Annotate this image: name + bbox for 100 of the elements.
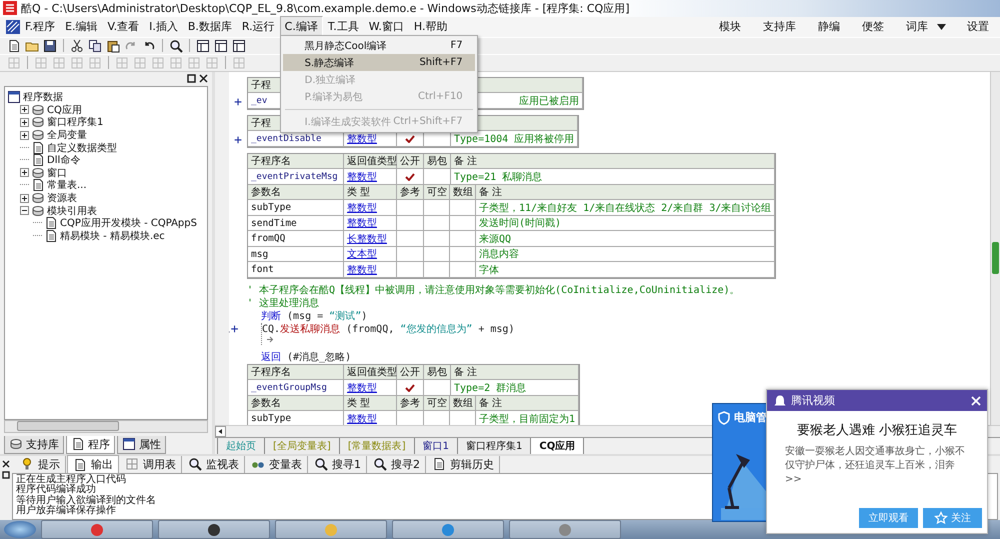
table-cell: subType [248,200,344,216]
close-icon[interactable] [2,460,10,468]
fold-marker[interactable]: + [230,322,238,336]
expand-toggle[interactable] [20,130,29,140]
close-icon[interactable] [199,74,208,84]
menu-item[interactable]: 词库 [895,19,939,34]
table-cell [450,216,476,232]
toolbar-button[interactable] [42,38,58,54]
panel-tab[interactable]: 支持库 [4,436,64,454]
app-logo-icon [3,1,17,16]
tree-item[interactable]: 模块引用表 [47,204,97,218]
card-title: 电脑管 [734,410,767,425]
expand-toggle[interactable] [20,206,29,216]
taskbar-button[interactable] [158,520,270,539]
editor-tab[interactable]: 窗口1 [414,438,458,455]
tree-item[interactable]: Dll命令 [47,153,80,168]
menu-item[interactable]: 黑月静态Cool编译 F7 [282,37,475,54]
circle-icon [207,522,221,537]
tree-item[interactable]: 资源表 [47,191,77,206]
menu-item[interactable]: 便签 [851,19,895,34]
window-title: 酷Q - C:\Users\Administrator\Desktop\CQP_EL_9.8\com.example.demo.e - Windows动态链接库 - [程序集: CQ应用] [21,0,630,16]
panel-tab[interactable]: 程序 [66,436,115,454]
column-header: 参考 [397,184,424,200]
menu-item[interactable]: E.编辑 [60,16,103,38]
output-tab[interactable]: 输出 [67,455,119,474]
table-cell: msg [248,246,344,262]
scroll-left-icon[interactable] [215,426,226,437]
menu-item[interactable]: 静编 [807,19,851,34]
circle-icon [90,522,104,537]
expand-toggle[interactable] [20,118,29,127]
table-cell [397,216,424,232]
layout-icon [196,38,210,53]
editor-tab[interactable]: CQ应用 [530,438,584,455]
news-headline: 要猴老人遇难 小猴狂追灵车 [796,422,958,440]
table-cell [397,200,424,216]
tree-item[interactable]: CQP应用开发模块 - CQPAppS [60,216,197,230]
table-cell: 整数型 [344,169,397,185]
toolbar-button[interactable] [69,38,85,54]
tree-item[interactable]: 窗口程序集1 [47,115,104,130]
tree-item[interactable]: 常量表... [47,178,87,192]
menu-item[interactable]: 支持库 [752,19,807,34]
stack-icon [31,191,45,206]
tree-item[interactable]: 窗口 [47,166,67,180]
pin-icon[interactable] [2,470,10,479]
menu-item[interactable]: 设置 [956,19,1000,34]
log-line: 等待用户输入欲编译到的文件名 [16,496,156,506]
grid-icon [70,56,84,70]
editor-tab[interactable]: 窗口程序集1 [457,438,532,455]
menu-item[interactable]: S.静态编译 Shift+F7 [282,54,475,72]
log-line: 程序代码编译成功 [16,485,96,496]
toolbar-button[interactable] [168,38,184,54]
toolbar-button[interactable] [213,38,229,54]
menu-item[interactable]: C.编译 [280,16,323,38]
menu-item[interactable]: 模块 [708,19,752,34]
menu-item[interactable]: T.工具 [322,16,364,38]
fold-marker[interactable]: + [234,96,242,109]
menu-item[interactable]: B.数据库 [182,16,237,38]
menu-item[interactable]: W.窗口 [364,16,409,38]
table-cell: 整数型 [344,216,397,232]
table-cell: 消息内容 [476,246,776,262]
stack-icon [31,115,45,130]
start-button[interactable] [4,521,36,538]
code-line: 判断 (msg = “测试”) [260,310,368,324]
restore-icon[interactable] [187,74,196,84]
tree-item[interactable]: CQ应用 [47,102,82,117]
toolbar-button[interactable] [195,38,211,54]
expand-toggle[interactable] [20,168,29,178]
menu-item[interactable]: V.查看 [102,16,144,38]
tree-item[interactable]: 精易模块 - 精易模块.ec [60,228,165,243]
menu-item[interactable]: R.运行 [236,16,280,38]
menu-item[interactable]: F.程序 [20,16,60,38]
menu-item[interactable]: H.帮助 [408,16,452,38]
stack-icon [31,102,45,117]
expand-toggle[interactable] [20,105,29,114]
tree-item[interactable]: 全局变量 [47,128,87,142]
horizontal-scrollbar[interactable] [4,420,208,433]
column-header: 类 型 [344,184,397,200]
column-header: 易包 [424,154,451,170]
caret-icon[interactable] [937,24,946,30]
column-header: 参数名 [248,396,344,412]
news-summary[interactable]: 安徽一耍猴老人因交通事故身亡，小猴不仅守护尸体，还狂追灵车上百米，泪奔>> [767,445,987,508]
tree-item[interactable]: 程序数据 [23,90,63,104]
fold-marker[interactable]: + [234,134,242,147]
column-header: 数组 [450,396,476,412]
table-cell [397,262,424,278]
table-cell [424,231,450,247]
search-icon [373,457,387,472]
menu-item[interactable]: I.插入 [144,16,183,38]
panel-tab[interactable]: 属性 [117,436,166,454]
table-cell: Type=21 私聊消息 [451,169,776,185]
vertical-scrollbar[interactable] [990,72,1000,425]
expand-toggle[interactable] [20,194,29,203]
table-cell [450,231,476,247]
column-header: 类 型 [344,396,397,412]
tree-item[interactable]: 自定义数据类型 [47,140,117,155]
table-cell: _eventGroupMsg [248,380,344,396]
grid-icon [7,56,21,70]
toolbar-button[interactable] [231,38,247,54]
toolbar-button[interactable] [87,38,103,54]
window-icon [122,437,136,452]
